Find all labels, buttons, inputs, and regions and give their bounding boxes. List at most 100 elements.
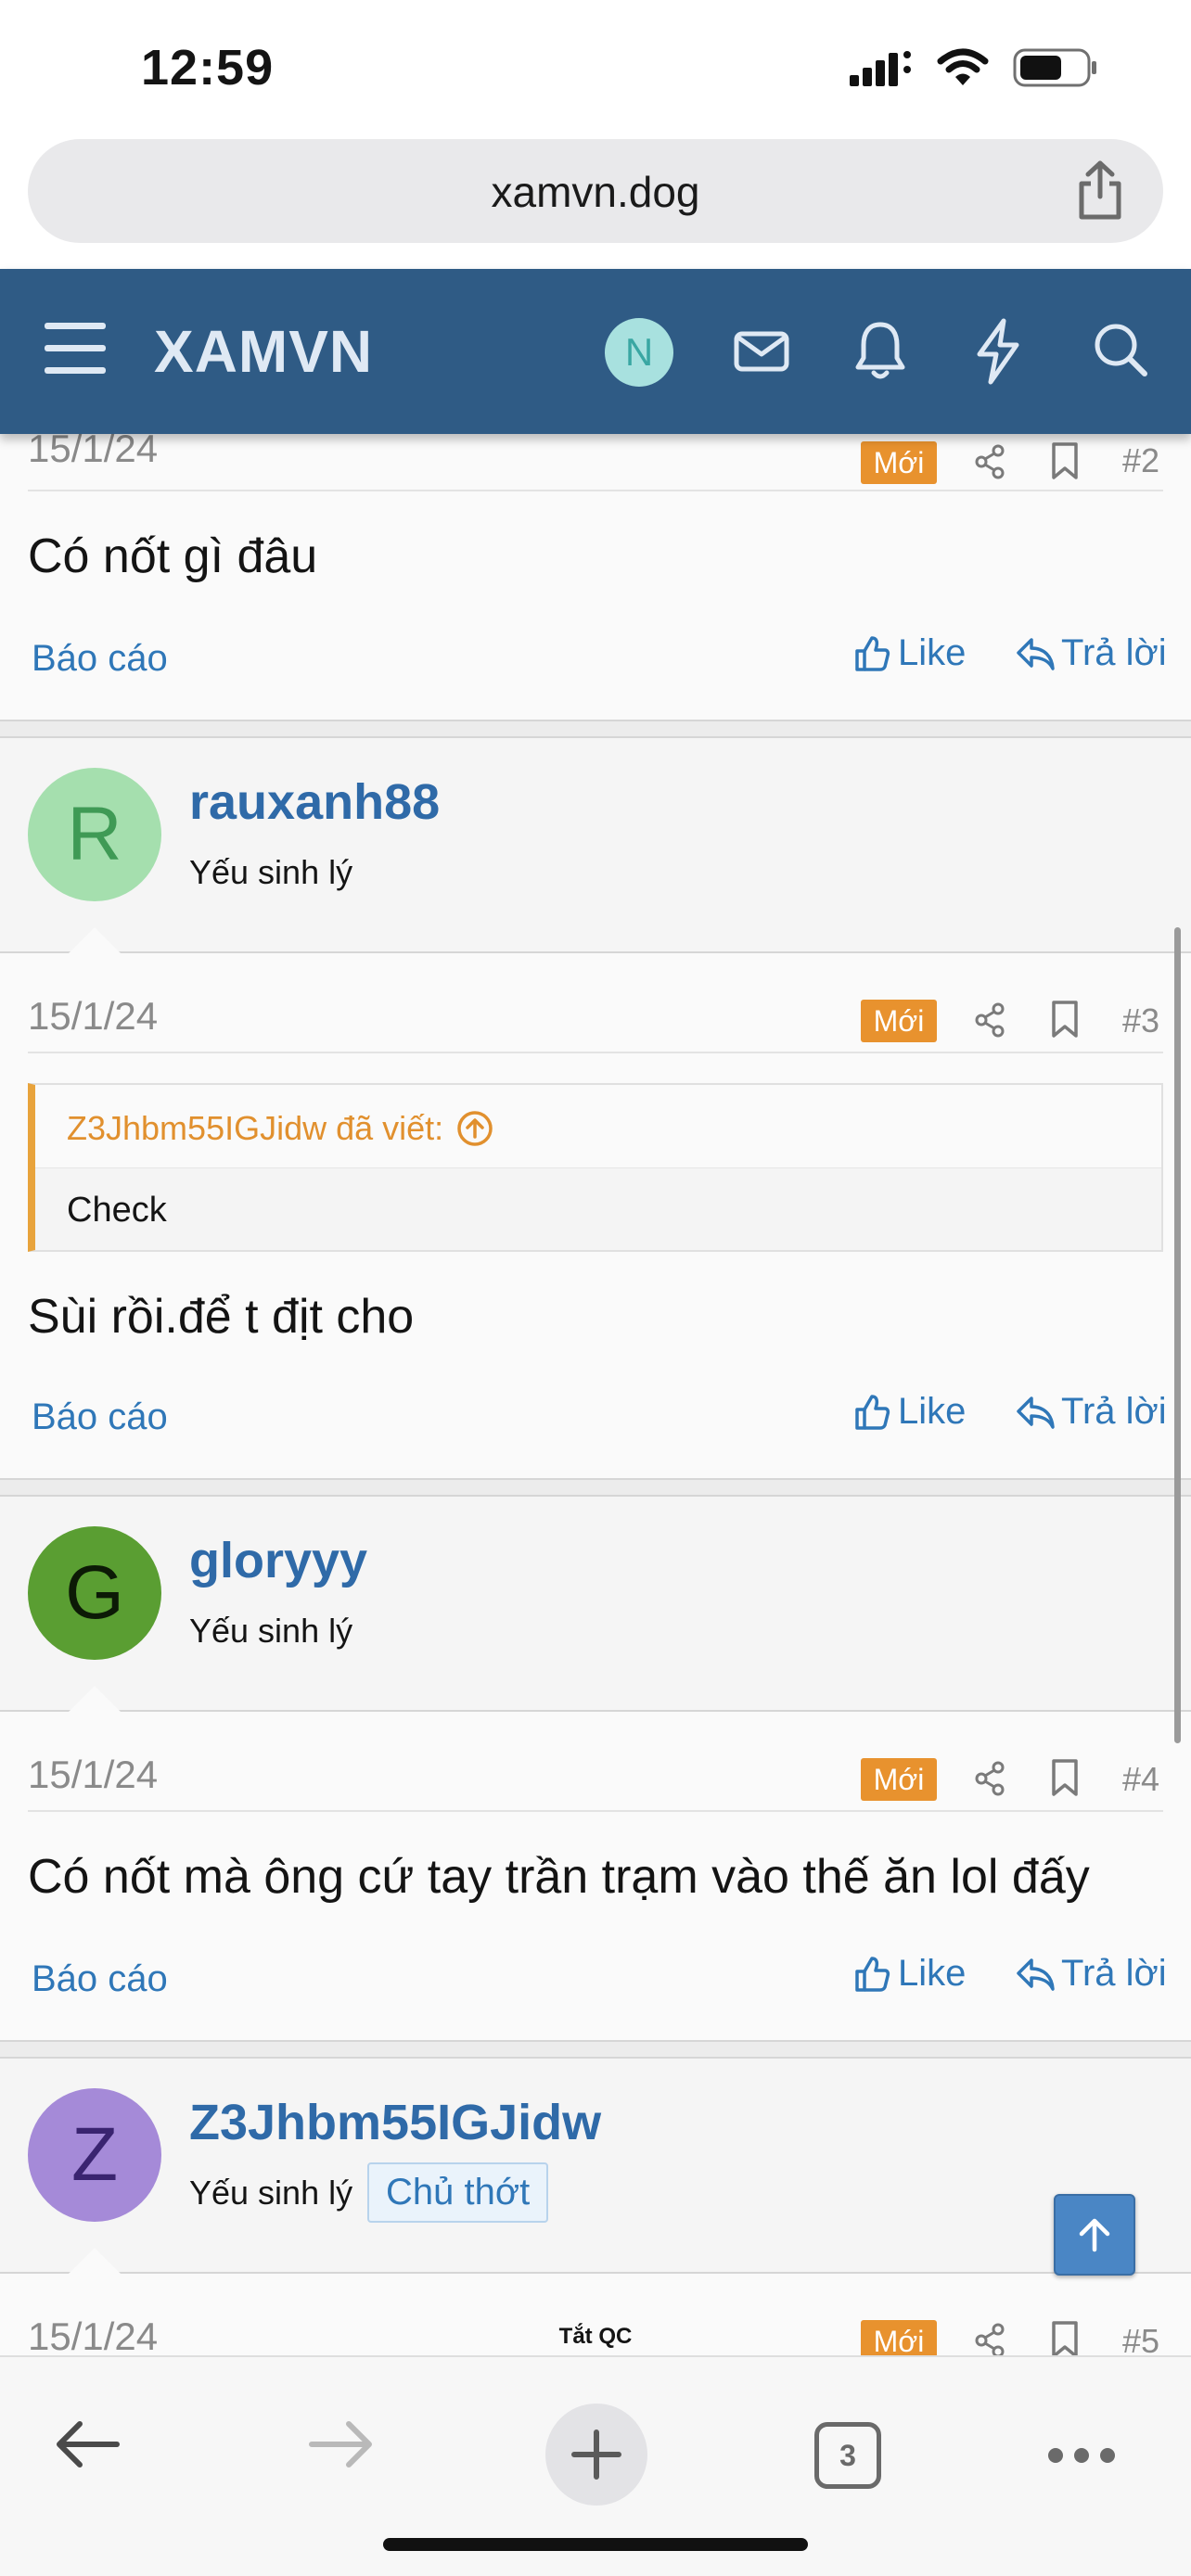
post-separator [0,1478,1191,1497]
plus-icon [571,2429,621,2480]
share-icon[interactable] [974,443,1005,480]
quote-author[interactable]: Z3Jhbm55IGJidw đã viết: [67,1109,493,1148]
reply-button[interactable]: Trả lời [1015,632,1167,674]
user-title: Yếu sinh lý [189,2174,353,2212]
bell-icon[interactable] [852,317,909,386]
reply-label: Trả lời [1061,1391,1167,1432]
post-meta: 15/1/24 Mới #2 [0,434,1191,490]
post-actions: Báo cáo Like Trả lời [0,632,1191,688]
notch [67,925,122,953]
post-number[interactable]: #2 [1122,441,1159,480]
post-meta: 15/1/24 Mới #3 [0,994,1191,1050]
new-badge: Mới [861,1000,937,1042]
thumbs-up-icon [855,1394,890,1430]
quote-author-label: Z3Jhbm55IGJidw đã viết: [67,1109,444,1147]
username[interactable]: Z3Jhbm55IGJidw [189,2094,601,2151]
post-date[interactable]: 15/1/24 [28,1753,158,1797]
hide-ads-label[interactable]: Tắt QC [0,2324,1191,2350]
notch [67,2246,122,2274]
user-avatar[interactable]: N [605,318,673,387]
avatar[interactable]: Z [28,2088,161,2222]
thumbs-up-icon [855,1956,890,1992]
dot [1100,2448,1115,2463]
mail-icon[interactable] [733,317,790,382]
post-actions: Báo cáo Like Trả lời [0,1953,1191,2009]
share-icon[interactable] [974,1760,1005,1797]
like-button[interactable]: Like [853,632,966,674]
new-badge: Mới [861,1758,937,1801]
quote-block: Z3Jhbm55IGJidw đã viết: Check [28,1083,1163,1252]
like-label: Like [898,1391,967,1432]
scroll-to-top-button[interactable] [1054,2194,1135,2276]
post-body: Có nốt mà ông cứ tay trần trạm vào thế ă… [28,1850,1090,1904]
more-menu-icon[interactable] [1048,2448,1115,2463]
quote-header: Z3Jhbm55IGJidw đã viết: [35,1085,1161,1168]
reply-button[interactable]: Trả lời [1015,1391,1167,1433]
thread-content: 15/1/24 Mới #2 Có nốt gì đâu Báo cáo Lik… [0,434,1191,2355]
share-icon[interactable] [974,1001,1005,1039]
bookmark-icon[interactable] [1050,1758,1080,1797]
search-icon[interactable] [1091,317,1150,382]
status-time: 12:59 [141,40,275,96]
post-date[interactable]: 15/1/24 [28,434,158,471]
like-button[interactable]: Like [853,1391,966,1433]
reply-icon [1017,1958,1055,1991]
avatar[interactable]: G [28,1526,161,1660]
post-number[interactable]: #4 [1122,1760,1159,1799]
report-link[interactable]: Báo cáo [32,638,168,680]
quote-text: Check [67,1191,167,1230]
thread-starter-badge: Chủ thớt [367,2162,549,2223]
dot [1048,2448,1063,2463]
username[interactable]: gloryyy [189,1532,367,1589]
wifi-icon [937,48,989,85]
user-title: Yếu sinh lý [189,1612,353,1650]
arrow-up-circle-icon[interactable] [456,1110,493,1147]
share-icon[interactable] [1074,159,1126,223]
like-button[interactable]: Like [853,1953,966,1995]
new-tab-button[interactable] [545,2404,647,2506]
battery-icon [1013,48,1096,87]
dot [1074,2448,1089,2463]
home-indicator [383,2538,808,2551]
avatar[interactable]: R [28,768,161,901]
report-link[interactable]: Báo cáo [32,1958,168,2000]
post-actions: Báo cáo Like Trả lời [0,1391,1191,1447]
back-arrow-icon[interactable] [52,2417,122,2472]
address-bar[interactable]: xamvn.dog [28,139,1163,243]
post-author: G gloryyy Yếu sinh lý [0,1497,1191,1712]
report-link[interactable]: Báo cáo [32,1396,168,1438]
bookmark-icon[interactable] [1050,1000,1080,1039]
menu-icon[interactable] [45,321,106,376]
like-label: Like [898,632,967,673]
site-header: XAMVN N [0,269,1191,434]
quote-body: Check [35,1168,1161,1250]
post-date[interactable]: 15/1/24 [28,994,158,1039]
post-meta: 15/1/24 Mới #4 [0,1753,1191,1808]
new-badge: Mới [861,441,937,484]
notch [67,1684,122,1712]
lightning-icon[interactable] [970,317,1026,386]
arrow-up-icon [1079,2218,1110,2252]
divider [28,1810,1163,1812]
url-text[interactable]: xamvn.dog [28,167,1163,217]
post-number[interactable]: #3 [1122,1001,1159,1040]
post-author: R rauxanh88 Yếu sinh lý [0,738,1191,953]
username[interactable]: rauxanh88 [189,773,440,831]
post-body: Có nốt gì đâu [28,529,318,583]
divider [28,1052,1163,1053]
thumbs-up-icon [855,635,890,671]
forward-arrow-icon[interactable] [306,2417,377,2472]
reply-button[interactable]: Trả lời [1015,1953,1167,1995]
status-icons [850,48,1098,87]
cellular-signal-icon [850,51,911,86]
reply-icon [1017,1396,1055,1429]
reply-label: Trả lời [1061,632,1167,673]
bookmark-icon[interactable] [1050,441,1080,480]
reply-label: Trả lời [1061,1953,1167,1994]
site-logo[interactable]: XAMVN [154,317,373,386]
divider [28,490,1163,491]
status-bar: 12:59 [0,0,1191,130]
post-separator [0,720,1191,738]
tabs-button[interactable]: 3 [814,2422,881,2489]
scrollbar[interactable] [1174,927,1181,1743]
